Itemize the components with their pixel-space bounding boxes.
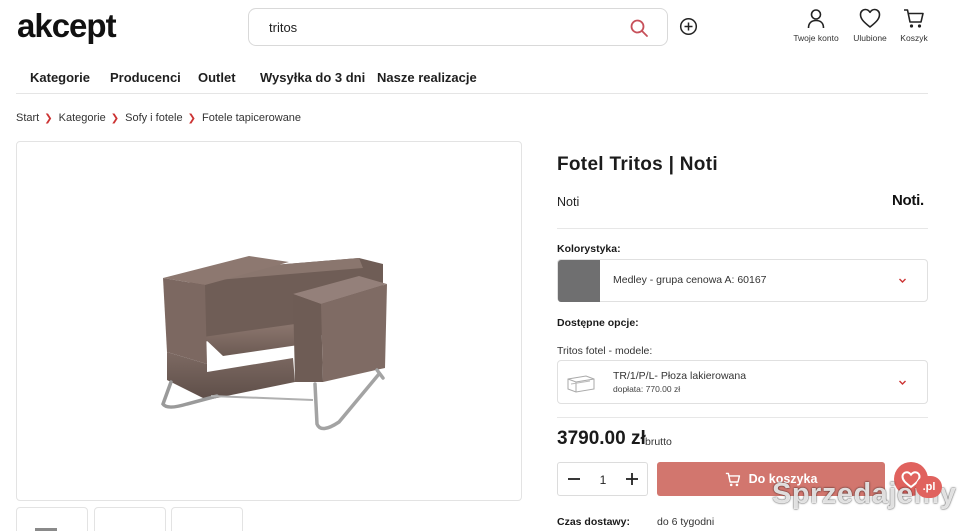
- nav-item-realizacje[interactable]: Nasze realizacje: [377, 70, 477, 85]
- search-input[interactable]: [269, 17, 629, 37]
- product-price: 3790.00 zł: [557, 428, 646, 449]
- brand-logo: Noti.: [892, 192, 924, 209]
- breadcrumb: Start ❯ Kategorie ❯ Sofy i fotele ❯ Fote…: [16, 112, 301, 124]
- nav-item-wysylka[interactable]: Wysyłka do 3 dni: [260, 70, 365, 85]
- chevron-right-icon: ❯: [110, 112, 120, 124]
- search-icon[interactable]: [629, 18, 649, 38]
- color-swatch: [558, 260, 600, 302]
- color-select[interactable]: Medley - grupa cenowa A: 60167: [557, 259, 928, 302]
- divider: [557, 228, 928, 229]
- cart-link[interactable]: Koszyk: [896, 8, 932, 43]
- delivery-label: Czas dostawy:: [557, 516, 630, 528]
- nav-item-kategorie[interactable]: Kategorie: [30, 70, 90, 85]
- product-image[interactable]: [16, 141, 522, 501]
- options-label: Dostępne opcje:: [557, 317, 639, 329]
- account-link[interactable]: Twoje konto: [790, 8, 842, 43]
- cart-label: Koszyk: [900, 33, 928, 43]
- cart-icon: [904, 9, 924, 28]
- model-value: TR/1/P/L- Płoza lakierowana: [613, 370, 747, 382]
- model-surcharge: dopłata: 770.00 zł: [613, 384, 681, 394]
- heart-icon: [859, 8, 881, 28]
- model-label: Tritos fotel - modele:: [557, 345, 653, 357]
- thumbnail[interactable]: [94, 507, 166, 531]
- watermark-suffix: .pl: [916, 476, 942, 498]
- user-icon: [807, 9, 825, 29]
- plus-icon[interactable]: [624, 471, 640, 487]
- thumbnail[interactable]: [171, 507, 243, 531]
- site-logo[interactable]: akcept: [17, 7, 147, 44]
- search-box: [248, 8, 668, 46]
- minus-icon[interactable]: [566, 471, 582, 487]
- thumbnail[interactable]: [16, 507, 88, 531]
- quantity-stepper: 1: [557, 462, 648, 496]
- chevron-right-icon: ❯: [187, 112, 196, 124]
- product-title: Fotel Tritos | Noti: [557, 154, 718, 175]
- chevron-down-icon: [899, 278, 906, 283]
- divider: [557, 417, 928, 418]
- cart-icon: [725, 472, 740, 486]
- thumbnail-image: [35, 528, 57, 531]
- nav-item-outlet[interactable]: Outlet: [198, 70, 236, 85]
- breadcrumb-fotele[interactable]: Fotele tapicerowane: [202, 112, 301, 124]
- breadcrumb-sofy[interactable]: Sofy i fotele: [125, 112, 182, 124]
- favorites-link[interactable]: Ulubione: [848, 8, 892, 43]
- main-nav: Kategorie Producenci Outlet Wysyłka do 3…: [16, 60, 928, 94]
- breadcrumb-start[interactable]: Start: [16, 112, 39, 124]
- model-thumbnail-icon: [567, 375, 595, 393]
- account-label: Twoje konto: [793, 33, 839, 43]
- price-suffix: brutto: [645, 436, 672, 448]
- color-value: Medley - grupa cenowa A: 60167: [613, 274, 767, 286]
- logo-text: akcept: [17, 8, 117, 44]
- product-brand[interactable]: Noti: [557, 195, 579, 209]
- delivery-value: do 6 tygodni: [657, 516, 715, 528]
- nav-item-producenci[interactable]: Producenci: [110, 70, 181, 85]
- colors-label: Kolorystyka:: [557, 243, 621, 255]
- quantity-value[interactable]: 1: [596, 473, 610, 487]
- breadcrumb-kategorie[interactable]: Kategorie: [59, 112, 106, 124]
- favorites-label: Ulubione: [853, 33, 887, 43]
- add-circle-icon[interactable]: [679, 17, 698, 36]
- model-select[interactable]: TR/1/P/L- Płoza lakierowana dopłata: 770…: [557, 360, 928, 404]
- armchair-image: [161, 256, 387, 431]
- chevron-right-icon: ❯: [44, 112, 53, 124]
- chevron-down-icon: [899, 380, 906, 385]
